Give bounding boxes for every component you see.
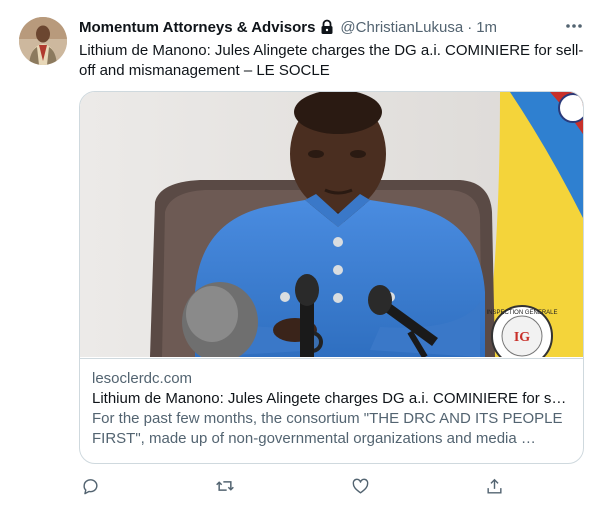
tweet-text: Lithium de Manono: Jules Alingete charge…	[79, 42, 584, 79]
author-name[interactable]: Momentum Attorneys & Advisors	[79, 19, 315, 36]
link-card[interactable]: IG INSPECTION GENERALE lesoclerdc.com Li…	[79, 91, 584, 464]
card-description: For the past few months, the consortium …	[92, 410, 563, 447]
like-icon[interactable]	[350, 476, 370, 496]
more-icon[interactable]	[561, 16, 587, 36]
retweet-icon[interactable]	[215, 476, 235, 496]
tweet-header: Momentum Attorneys & Advisors @Christian…	[79, 17, 589, 37]
card-domain: lesoclerdc.com	[92, 370, 193, 387]
card-image[interactable]: IG INSPECTION GENERALE	[80, 92, 583, 367]
svg-text:IG: IG	[514, 330, 530, 345]
separator-dot: ·	[467, 18, 473, 36]
tweet-timestamp[interactable]: 1m	[476, 19, 497, 36]
share-icon[interactable]	[484, 476, 504, 496]
card-photo: IG INSPECTION GENERALE	[80, 92, 583, 367]
card-title: Lithium de Manono: Jules Alingete charge…	[92, 390, 572, 407]
lock-icon	[319, 19, 335, 35]
tweet-actions	[79, 474, 591, 498]
seal-text: INSPECTION GENERALE	[486, 310, 557, 316]
reply-icon[interactable]	[80, 476, 100, 496]
author-handle[interactable]: @ChristianLukusa	[340, 19, 463, 36]
card-body[interactable]: lesoclerdc.com Lithium de Manono: Jules …	[80, 358, 583, 463]
tweet[interactable]: Momentum Attorneys & Advisors @Christian…	[0, 0, 616, 506]
avatar-image	[19, 17, 67, 65]
avatar[interactable]	[19, 17, 67, 65]
